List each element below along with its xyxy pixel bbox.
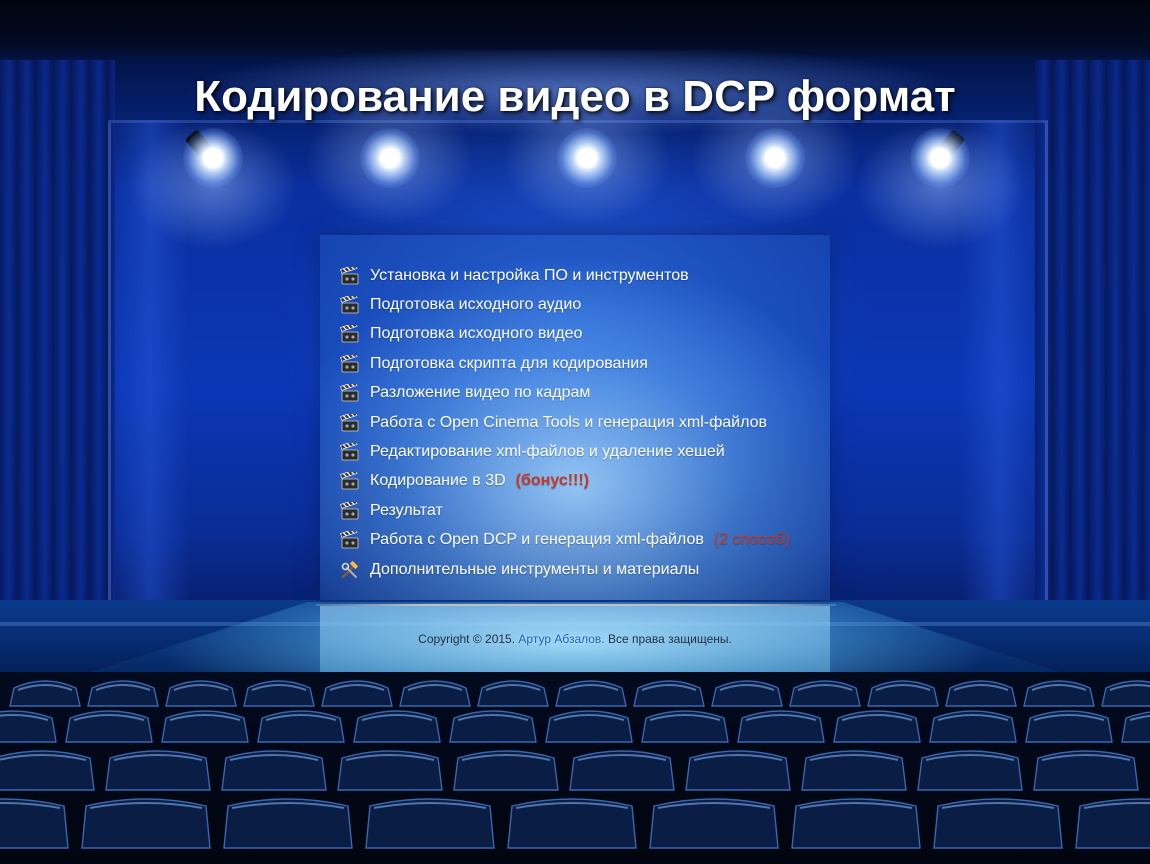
spotlight-icon (183, 128, 243, 188)
seat-icon (221, 750, 327, 791)
menu-item-label[interactable]: Результат (370, 502, 443, 520)
footer-divider (316, 604, 836, 606)
film-clapper-icon (339, 498, 360, 520)
film-clapper-icon (339, 351, 360, 373)
film-clapper-icon (339, 469, 360, 490)
curtain-right (1035, 60, 1150, 620)
seat-icon (453, 750, 559, 791)
menu-item[interactable]: Подготовка исходного аудио (339, 290, 820, 319)
seat-icon (105, 750, 211, 791)
spotlight-icon (745, 128, 805, 188)
menu-panel: Установка и настройка ПО и инструментов П… (320, 235, 830, 600)
menu-item-label[interactable]: Разложение видео по кадрам (370, 384, 590, 402)
menu-item[interactable]: Работа с Open Cinema Tools и генерация x… (339, 408, 820, 437)
menu-item-label[interactable]: Дополнительные инструменты и материалы (370, 561, 699, 579)
seat-icon (917, 750, 1023, 791)
menu-item[interactable]: Разложение видео по кадрам (339, 379, 820, 408)
rights-text: Все права защищены. (607, 632, 732, 646)
menu-item-label[interactable]: Работа с Open DCP и генерация xml-файлов (370, 531, 704, 549)
menu-item-label[interactable]: Кодирование в 3D (370, 472, 506, 490)
menu-item-label[interactable]: Подготовка исходного видео (370, 325, 582, 343)
menu-item[interactable]: Дополнительные инструменты и материалы (340, 555, 820, 584)
menu-item-label[interactable]: Подготовка скрипта для кодирования (370, 355, 648, 373)
table-of-contents-menu: Установка и настройка ПО и инструментов П… (339, 261, 820, 584)
film-clapper-icon (339, 410, 360, 432)
menu-item-label[interactable]: Подготовка исходного аудио (370, 296, 581, 314)
seat-icon (337, 750, 443, 791)
page-title: Кодирование видео в DCP формат (194, 72, 956, 121)
footer: Copyright © 2015. Артур Абзалов. Все пра… (320, 632, 830, 646)
menu-item[interactable]: Результат (339, 496, 820, 525)
menu-item-label[interactable]: Работа с Open Cinema Tools и генерация x… (370, 414, 767, 432)
seat-icon (569, 750, 675, 791)
film-clapper-icon (339, 440, 360, 461)
menu-item-label[interactable]: Установка и настройка ПО и инструментов (370, 267, 689, 285)
menu-item-badge: (бонус!!!) (515, 472, 590, 490)
menu-item[interactable]: Работа с Open DCP и генерация xml-файлов… (339, 526, 820, 555)
seat-icon (1033, 750, 1139, 791)
film-clapper-icon (339, 381, 360, 402)
curtain-left (0, 60, 115, 620)
film-clapper-icon (339, 322, 360, 343)
theater-seats (0, 672, 1150, 864)
author-link[interactable]: Артур Абзалов. (518, 632, 604, 646)
seat-icon (1075, 798, 1150, 849)
menu-item[interactable]: Кодирование в 3D (бонус!!!) (339, 467, 820, 496)
film-clapper-icon (339, 293, 360, 314)
seat-icon (801, 750, 907, 791)
copyright-text: Copyright © 2015. (418, 632, 516, 646)
menu-item-label[interactable]: Редактирование xml-файлов и удаление хеш… (370, 443, 725, 461)
menu-item[interactable]: Подготовка исходного видео (339, 320, 820, 349)
seat-icon (685, 750, 791, 791)
menu-item-badge: (2 способ) (713, 531, 790, 549)
film-clapper-icon (339, 263, 360, 285)
menu-item[interactable]: Подготовка скрипта для кодирования (339, 349, 820, 378)
hammer-wrench-icon (340, 560, 360, 579)
film-clapper-icon (339, 528, 360, 549)
spotlight-icon (557, 128, 617, 188)
seat-icon (0, 798, 69, 849)
menu-item[interactable]: Редактирование xml-файлов и удаление хеш… (339, 437, 820, 466)
spotlight-icon (910, 128, 970, 188)
spotlight-icon (360, 128, 420, 188)
menu-item[interactable]: Установка и настройка ПО и инструментов (339, 261, 820, 290)
